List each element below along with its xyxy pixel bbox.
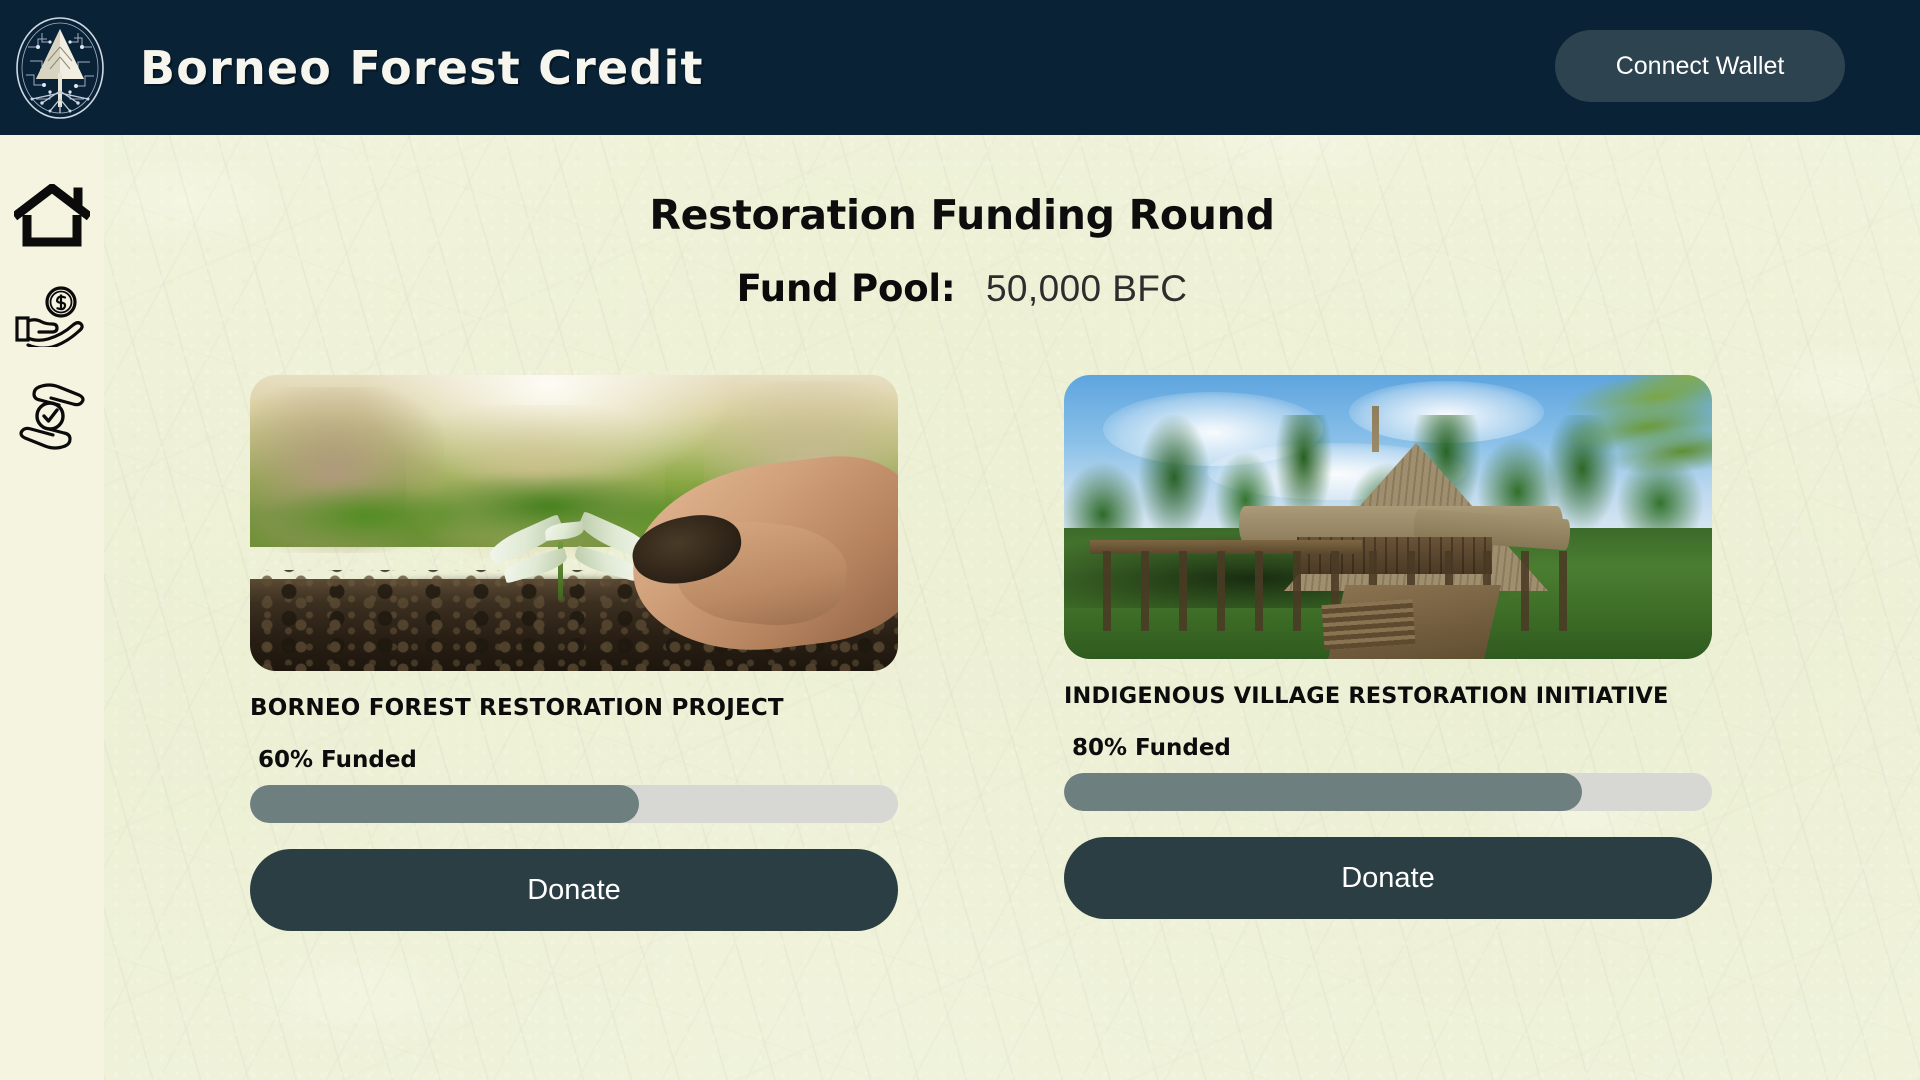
app-root: Borneo Forest Credit Connect Wallet Rest…	[0, 0, 1920, 1080]
funded-label: 60% Funded	[258, 747, 417, 773]
funding-progress-bar	[1064, 773, 1712, 811]
hand-holding-dollar-icon	[13, 285, 91, 347]
sidebar-item-home[interactable]	[9, 173, 95, 259]
funded-label: 80% Funded	[1072, 735, 1231, 761]
app-header: Borneo Forest Credit Connect Wallet	[0, 0, 1920, 135]
donate-button[interactable]: Donate	[250, 849, 898, 931]
project-title: BORNEO FOREST RESTORATION PROJECT	[250, 695, 784, 721]
project-card-list: BORNEO FOREST RESTORATION PROJECT 60% Fu…	[104, 135, 1920, 1080]
seedling-planting-image	[250, 375, 898, 671]
project-title: INDIGENOUS VILLAGE RESTORATION INITIATIV…	[1064, 683, 1669, 709]
funding-progress-bar	[250, 785, 898, 823]
sidebar-item-verify[interactable]	[9, 373, 95, 459]
main-content: Restoration Funding Round Fund Pool: 50,…	[104, 135, 1920, 1080]
donate-button[interactable]: Donate	[1064, 837, 1712, 919]
project-card: BORNEO FOREST RESTORATION PROJECT 60% Fu…	[250, 375, 898, 931]
funding-progress-fill	[250, 785, 639, 823]
funding-progress-fill	[1064, 773, 1583, 811]
home-icon	[14, 184, 90, 248]
sidebar-nav	[0, 135, 104, 1080]
brand-title: Borneo Forest Credit	[140, 40, 704, 95]
sidebar-item-donate[interactable]	[9, 273, 95, 359]
hands-check-icon	[11, 378, 93, 454]
connect-wallet-button[interactable]: Connect Wallet	[1555, 30, 1845, 102]
longhouse-village-image	[1064, 375, 1712, 659]
circuit-tree-emblem-icon	[8, 8, 112, 128]
project-card: INDIGENOUS VILLAGE RESTORATION INITIATIV…	[1064, 375, 1712, 919]
